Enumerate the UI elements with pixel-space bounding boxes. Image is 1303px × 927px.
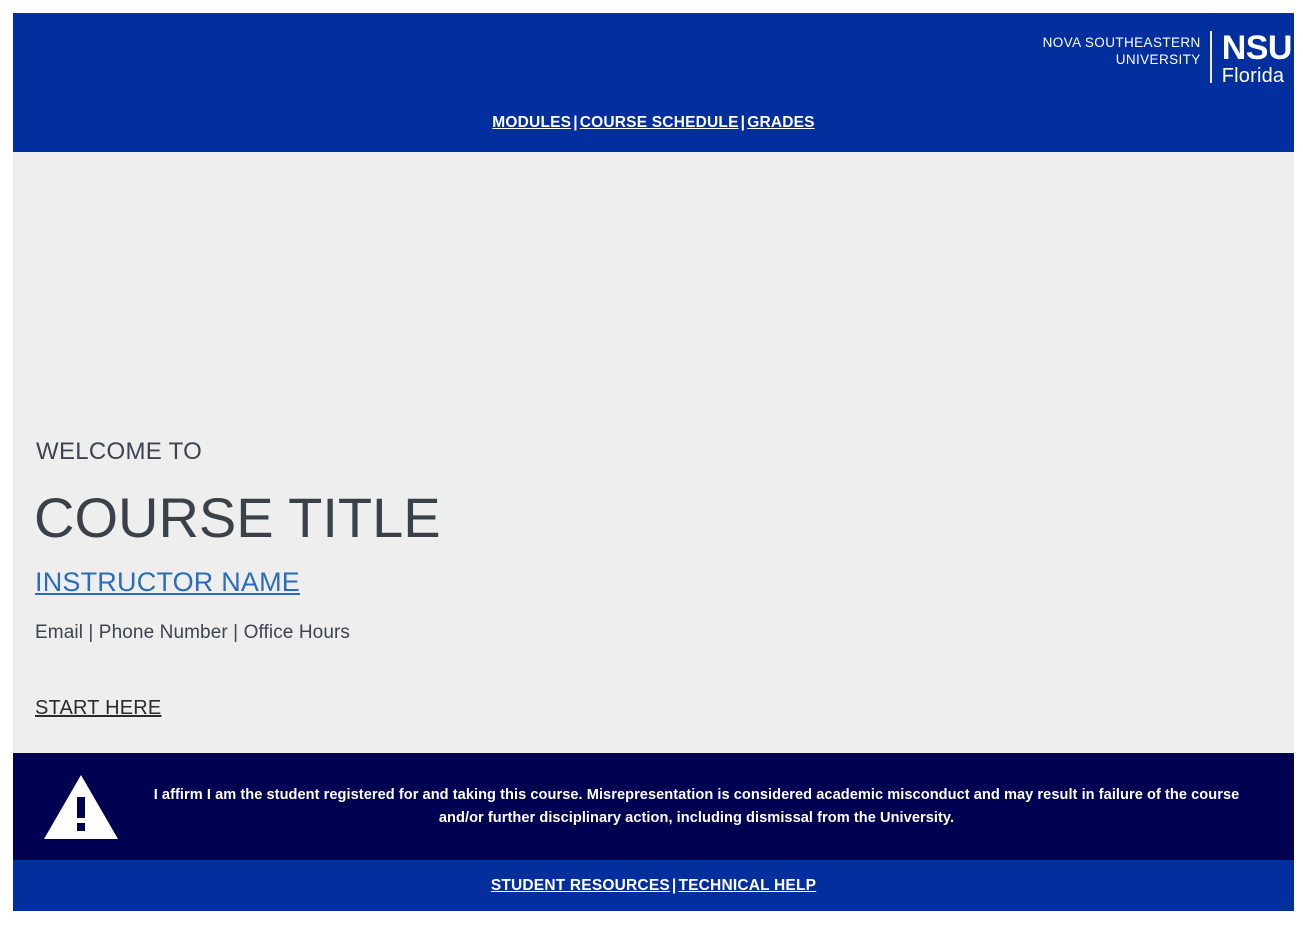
nav-item-course-schedule[interactable]: COURSE SCHEDULE [580, 114, 739, 131]
main-navigation: MODULES | COURSE SCHEDULE | GRADES [13, 114, 1294, 132]
nav-item-grades[interactable]: GRADES [747, 114, 815, 131]
nsu-mark: NSU Florida [1212, 29, 1293, 87]
nav-separator-2: | [740, 114, 746, 131]
university-name-line2: UNIVERSITY [1115, 52, 1201, 67]
page-title: COURSE TITLE [34, 486, 441, 549]
academic-integrity-banner: I affirm I am the student registered for… [13, 753, 1294, 860]
university-wordmark: NOVA SOUTHEASTERN UNIVERSITY [1043, 31, 1210, 68]
logo-divider [1209, 31, 1212, 83]
footer-link-technical-help[interactable]: TECHNICAL HELP [678, 877, 816, 895]
nsu-initials: NSU [1221, 29, 1293, 67]
nav-separator-1: | [573, 114, 578, 131]
instructor-contact-info: Email | Phone Number | Office Hours [35, 622, 351, 643]
instructor-name-link[interactable]: INSTRUCTOR NAME [35, 567, 300, 598]
course-homepage: NOVA SOUTHEASTERN UNIVERSITY NSU Florida… [13, 13, 1294, 911]
site-header: NOVA SOUTHEASTERN UNIVERSITY NSU Florida… [13, 13, 1294, 152]
footer-separator: | [671, 876, 677, 894]
start-here-link[interactable]: START HERE [35, 697, 161, 720]
footer-link-student-resources[interactable]: STUDENT RESOURCES [491, 877, 670, 895]
welcome-label: WELCOME TO [36, 438, 203, 465]
nsu-logo[interactable]: NOVA SOUTHEASTERN UNIVERSITY NSU Florida [1043, 29, 1293, 87]
nsu-florida-label: Florida [1221, 65, 1285, 87]
warning-triangle-icon [35, 771, 127, 843]
nav-item-modules[interactable]: MODULES [492, 114, 571, 131]
university-name-line1: NOVA SOUTHEASTERN [1042, 35, 1201, 50]
site-footer: STUDENT RESOURCES | TECHNICAL HELP [13, 860, 1294, 911]
main-content: WELCOME TO COURSE TITLE INSTRUCTOR NAME … [13, 152, 1294, 753]
affirmation-statement: I affirm I am the student registered for… [153, 786, 1240, 826]
